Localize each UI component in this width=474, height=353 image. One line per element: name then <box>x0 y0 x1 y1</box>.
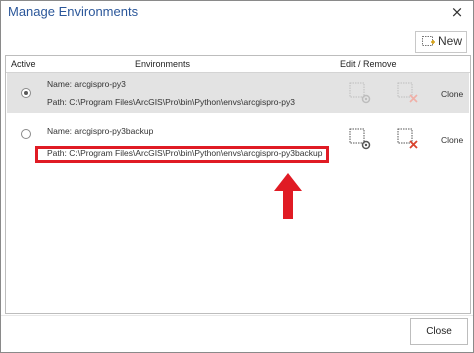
clone-link[interactable]: Clone <box>441 135 463 145</box>
environments-table: Active Environments Edit / Remove Name: … <box>5 55 471 314</box>
new-environment-icon <box>422 36 435 46</box>
clone-link[interactable]: Clone <box>441 89 463 99</box>
footer-divider <box>1 315 473 316</box>
active-radio[interactable] <box>21 129 31 139</box>
environment-row-arcgispro-py3[interactable]: Name: arcgispro-py3 Path: C:\Program Fil… <box>7 73 469 113</box>
remove-environment-icon[interactable] <box>397 82 419 104</box>
close-button[interactable]: Close <box>410 318 468 345</box>
new-environment-button[interactable]: New <box>415 31 467 53</box>
environment-path: Path: C:\Program Files\ArcGIS\Pro\bin\Py… <box>47 97 296 107</box>
header-active: Active <box>11 59 36 69</box>
dialog-title: Manage Environments <box>8 4 139 19</box>
header-environments: Environments <box>135 59 191 69</box>
edit-environment-icon[interactable] <box>349 82 371 104</box>
environment-name: Name: arcgispro-py3 <box>47 79 126 89</box>
header-edit-remove: Edit / Remove <box>340 59 397 69</box>
remove-environment-icon[interactable] <box>397 128 419 150</box>
edit-environment-icon[interactable] <box>349 128 371 150</box>
close-icon[interactable]: × <box>449 3 465 21</box>
new-button-label: New <box>438 34 463 48</box>
environment-name: Name: arcgispro-py3backup <box>47 126 154 136</box>
manage-environments-dialog: Manage Environments × New Active Environ… <box>0 0 474 353</box>
title-bar: Manage Environments × <box>1 1 473 25</box>
path-highlight-box <box>35 146 329 163</box>
table-header: Active Environments Edit / Remove <box>6 56 470 73</box>
up-arrow-icon <box>274 173 302 219</box>
active-radio[interactable] <box>21 88 31 98</box>
